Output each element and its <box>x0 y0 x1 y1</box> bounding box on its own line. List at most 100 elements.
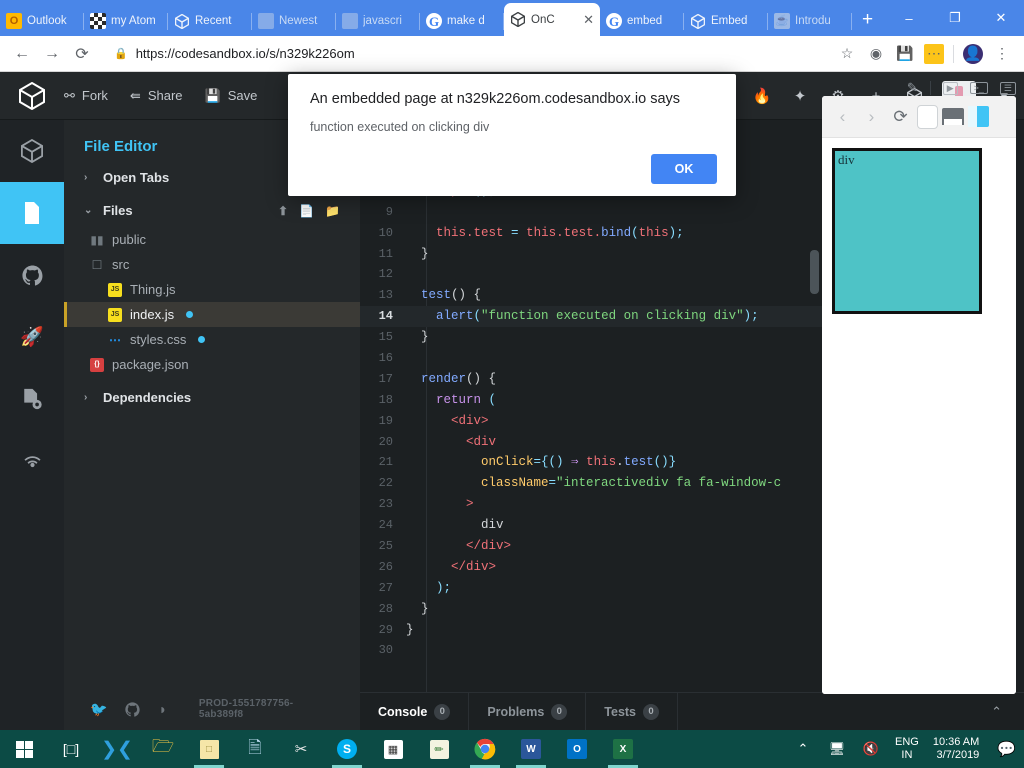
volume-mute-icon[interactable]: 🔇 <box>861 739 881 759</box>
forward-icon[interactable]: → <box>38 40 66 68</box>
code-line[interactable]: 19 <div> <box>360 411 822 432</box>
code-line[interactable]: 13 test() { <box>360 285 822 306</box>
browser-tab[interactable]: my Atom <box>84 6 168 36</box>
code-line[interactable]: 10 this.test = this.test.bind(this); <box>360 223 822 244</box>
browser-tab[interactable]: Embed <box>684 6 768 36</box>
code-line[interactable]: 27 ); <box>360 578 822 599</box>
expand-devtools-icon[interactable]: ⌃ <box>991 704 1024 720</box>
fire-icon[interactable]: 🔥 <box>752 86 772 106</box>
code-line[interactable]: 23 > <box>360 494 822 515</box>
browser-tab[interactable]: Newest <box>252 6 336 36</box>
file-tree-item[interactable]: {} package.json <box>64 352 360 377</box>
taskbar-snipping-tool[interactable]: ✂ <box>278 730 324 768</box>
browser-tab[interactable]: Gembed <box>600 6 684 36</box>
code-line[interactable]: 9 <box>360 202 822 223</box>
taskbar-file-explorer[interactable]: 🗁 <box>140 730 186 768</box>
code-line[interactable]: 25 </div> <box>360 536 822 557</box>
code-line[interactable]: 29} <box>360 620 822 641</box>
taskbar-notepad[interactable]: ✏ <box>416 730 462 768</box>
code-line[interactable]: 26 </div> <box>360 557 822 578</box>
taskbar-vs-code[interactable]: ❯❮ <box>94 730 140 768</box>
code-line[interactable]: 12 <box>360 264 822 285</box>
spectrum-icon[interactable]: ◗ <box>158 701 166 717</box>
taskbar-chrome[interactable] <box>462 730 508 768</box>
github-icon[interactable] <box>125 701 141 717</box>
code-line[interactable]: 28 } <box>360 599 822 620</box>
tab-problems[interactable]: Problems 0 <box>469 693 585 731</box>
task-view-button[interactable]: [□] <box>48 730 94 768</box>
editor-scrollbar[interactable] <box>810 250 819 294</box>
browser-tab[interactable]: Recent <box>168 6 252 36</box>
save-page-icon[interactable]: 💾 <box>895 44 915 64</box>
taskbar-onenote[interactable]: 🗎 <box>232 730 278 768</box>
new-file-icon[interactable]: 📄 <box>299 204 314 218</box>
sidebar-item-github[interactable] <box>0 244 64 306</box>
browser-tab[interactable]: OnC ✕ <box>504 3 600 36</box>
code-line[interactable]: 21 onClick={() ⇒ this.test()} <box>360 452 822 473</box>
tab-tests[interactable]: Tests 0 <box>586 693 677 731</box>
ok-button[interactable]: OK <box>651 154 717 184</box>
code-line[interactable]: 24 div <box>360 515 822 536</box>
taskbar-excel[interactable]: X <box>600 730 646 768</box>
code-line[interactable]: 22 className="interactivediv fa fa-windo… <box>360 473 822 494</box>
browser-tab[interactable]: O Outlook <box>0 6 84 36</box>
clock[interactable]: 10:36 AM 3/7/2019 <box>933 736 979 762</box>
taskbar-word[interactable]: W <box>508 730 554 768</box>
file-tree-item[interactable]: ▮▮ public <box>64 227 360 252</box>
browser-tab[interactable]: Gmake d <box>420 6 504 36</box>
file-tree-item[interactable]: JS Thing.js <box>64 277 360 302</box>
taskbar-outlook[interactable]: O <box>554 730 600 768</box>
taskbar-skype[interactable]: S <box>324 730 370 768</box>
minimize-button[interactable]: – <box>886 0 932 36</box>
window-icon[interactable] <box>942 108 964 125</box>
start-button[interactable] <box>0 730 48 768</box>
address-bar[interactable]: 🔒 https://codesandbox.io/s/n329k226om <box>104 41 829 67</box>
section-dependencies[interactable]: › Dependencies <box>64 381 360 414</box>
taskbar-calculator[interactable]: ▦ <box>370 730 416 768</box>
code-line[interactable]: 17 render() { <box>360 369 822 390</box>
code-line[interactable]: 20 <div <box>360 432 822 453</box>
notification-icon[interactable]: 💬 <box>993 740 1016 758</box>
brush-icon[interactable]: ✎ <box>907 80 918 96</box>
code-line[interactable]: 16 <box>360 348 822 369</box>
show-hidden-icons-icon[interactable]: ⌃ <box>793 739 813 759</box>
upload-icon[interactable]: ⬆ <box>278 204 288 218</box>
close-window-button[interactable]: ✕ <box>978 0 1024 36</box>
share-button[interactable]: ⇚ Share <box>130 88 183 104</box>
taskbar-sticky-notes[interactable]: □ <box>186 730 232 768</box>
save-button[interactable]: 💾 Save <box>205 88 258 104</box>
fork-button[interactable]: ⚯ Fork <box>64 88 108 104</box>
code-line[interactable]: 30 <box>360 640 822 661</box>
file-tree-item[interactable]: ⋯ styles.css <box>64 327 360 352</box>
sidebar-item-deployment[interactable]: 🚀 <box>0 306 64 368</box>
language-indicator[interactable]: ENG IN <box>895 736 919 762</box>
sidebar-item-configuration[interactable] <box>0 368 64 430</box>
file-tree-item[interactable]: ☐ src <box>64 252 360 277</box>
profile-icon[interactable]: 👤 <box>963 43 983 64</box>
file-tree-item[interactable]: JS index.js <box>64 302 360 327</box>
sidebar-item-live[interactable] <box>0 430 64 492</box>
new-folder-icon[interactable]: 📁 <box>325 204 340 218</box>
twitter-icon[interactable]: 🐦 <box>90 701 107 718</box>
interactive-div[interactable]: div <box>832 148 982 314</box>
codesandbox-logo-icon[interactable] <box>0 81 64 110</box>
console-icon[interactable]: ☰ <box>999 81 1016 95</box>
code-line[interactable]: 18 return ( <box>360 390 822 411</box>
code-lines[interactable]: 7 constructor() {8 super();910 this.test… <box>360 160 822 730</box>
back-icon[interactable]: ← <box>8 40 36 68</box>
terminal-icon[interactable]: >_ <box>969 82 988 94</box>
reload-icon[interactable]: ⟳ <box>68 40 96 68</box>
browser-tab[interactable]: javascri <box>336 6 420 36</box>
tab-console[interactable]: Console 0 <box>360 693 468 731</box>
split-pane-icon[interactable] <box>968 106 989 127</box>
section-files[interactable]: ⌄ Files ⬆ 📄 📁 <box>64 194 360 227</box>
sidebar-item-sandbox-info[interactable] <box>0 120 64 182</box>
code-line[interactable]: 11 } <box>360 244 822 265</box>
new-tab-button[interactable]: + <box>862 9 873 31</box>
extension-icon[interactable]: ⋯ <box>924 43 944 64</box>
network-icon[interactable]: 🖥 <box>827 739 847 759</box>
back-icon[interactable]: ‹ <box>830 104 855 129</box>
close-icon[interactable]: ✕ <box>583 12 594 28</box>
responsive-icon[interactable] <box>917 104 938 129</box>
preview-icon[interactable]: ▶ <box>942 81 958 95</box>
